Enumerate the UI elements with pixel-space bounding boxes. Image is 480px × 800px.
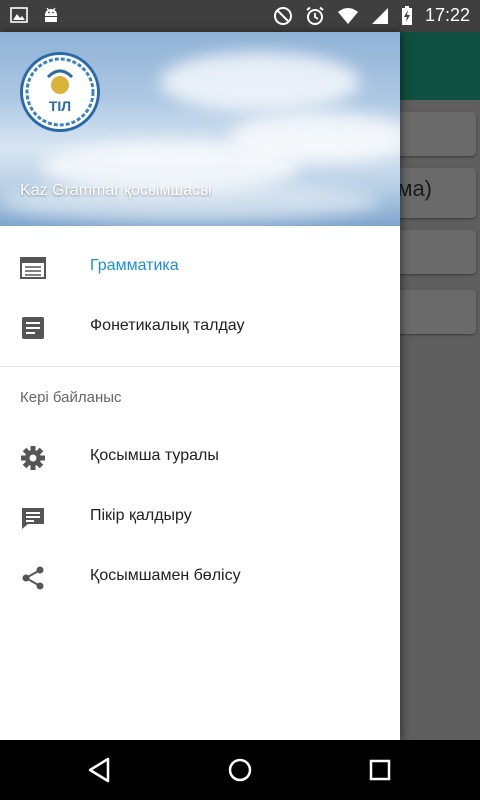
- app-logo: ТІЛ: [20, 52, 100, 132]
- drawer-header: ТІЛ Kaz Grammar қосымшасы: [0, 32, 400, 226]
- alarm-icon: [306, 6, 324, 25]
- menu-item-label: Қосымша туралы: [90, 447, 219, 464]
- signal-icon: [371, 7, 388, 24]
- menu-item-label: Фонетикалық талдау: [90, 317, 245, 334]
- feedback-icon: [22, 508, 44, 529]
- svg-text:ТІЛ: ТІЛ: [49, 98, 71, 114]
- home-icon[interactable]: [226, 756, 254, 784]
- menu-item-phonetic-analysis[interactable]: Фонетикалық талдау: [0, 298, 400, 358]
- menu-item-leave-feedback[interactable]: Пікір қалдыру: [0, 488, 400, 548]
- do-not-disturb-icon: [273, 6, 292, 25]
- back-icon[interactable]: [86, 756, 114, 784]
- share-icon: [22, 566, 44, 590]
- wifi-icon: [337, 7, 358, 24]
- battery-charging-icon: [401, 5, 412, 25]
- drawer-header-title: Kaz Grammar қосымшасы: [20, 182, 212, 199]
- android-icon: [45, 7, 57, 22]
- background-card-text: ма): [397, 176, 432, 201]
- menu-item-label: Пікір қалдыру: [90, 507, 192, 524]
- section-title-feedback: Кері байланыс: [20, 389, 122, 406]
- calendar-view-icon: [20, 257, 46, 279]
- recents-icon[interactable]: [366, 756, 394, 784]
- status-bar: 17:22: [0, 0, 480, 32]
- clock: 17:22: [424, 5, 470, 25]
- drawer-divider: [0, 366, 400, 367]
- menu-item-label: Грамматика: [90, 257, 179, 274]
- menu-item-share[interactable]: Қосымшамен бөлісу: [0, 548, 400, 608]
- navigation-drawer: ТІЛ Kaz Grammar қосымшасы Грамматика Фон…: [0, 32, 400, 740]
- menu-item-about[interactable]: Қосымша туралы: [0, 428, 400, 488]
- menu-item-label: Қосымшамен бөлісу: [90, 567, 241, 584]
- image-icon: [10, 7, 28, 23]
- gear-icon: [21, 446, 45, 470]
- document-icon: [22, 317, 44, 339]
- menu-item-grammar[interactable]: Грамматика: [0, 238, 400, 298]
- system-nav-bar: [0, 740, 480, 800]
- logo-emblem-icon: ТІЛ: [25, 57, 95, 127]
